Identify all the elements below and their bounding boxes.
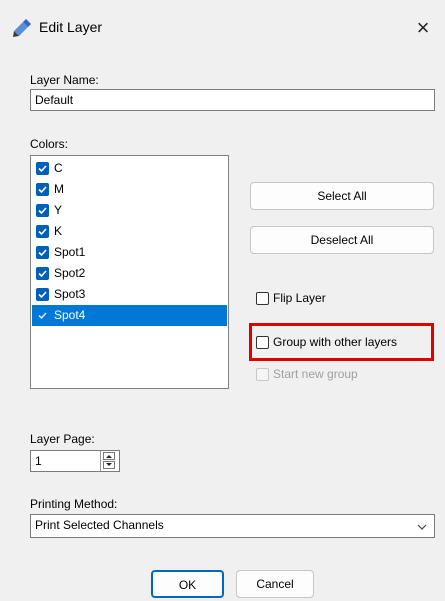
deselect-all-button[interactable]: Deselect All (250, 226, 434, 254)
color-item-k[interactable]: K (32, 221, 227, 242)
layer-page-label: Layer Page: (30, 432, 95, 446)
color-item-spot2[interactable]: Spot2 (32, 263, 227, 284)
color-item-spot4[interactable]: Spot4 (32, 305, 227, 326)
checkbox-checked-icon[interactable] (36, 309, 49, 322)
spin-up-icon[interactable] (103, 452, 115, 460)
cancel-button[interactable]: Cancel (236, 570, 314, 598)
color-item-c[interactable]: C (32, 158, 227, 179)
color-item-label: C (54, 161, 63, 175)
colors-list[interactable]: C M Y K Spot1 Spot2 Spot3 Spot4 (30, 155, 229, 389)
flip-layer-checkbox[interactable] (256, 292, 269, 305)
color-item-label: M (54, 182, 64, 196)
layer-name-label: Layer Name: (30, 73, 99, 87)
checkbox-checked-icon[interactable] (36, 204, 49, 217)
chevron-down-icon (417, 524, 427, 530)
color-item-label: Spot1 (54, 245, 86, 259)
layer-name-value: Default (35, 93, 74, 107)
checkbox-checked-icon[interactable] (36, 267, 49, 280)
checkbox-checked-icon[interactable] (36, 162, 49, 175)
color-item-label: Y (54, 203, 63, 217)
edit-pencil-icon (13, 19, 31, 37)
highlight-box (249, 323, 434, 361)
color-item-label: Spot2 (54, 266, 86, 280)
color-item-label: Spot4 (54, 308, 86, 322)
close-button[interactable]: × (409, 14, 437, 42)
color-item-label: Spot3 (54, 287, 86, 301)
printing-method-select[interactable]: Print Selected Channels (30, 514, 435, 538)
colors-label: Colors: (30, 137, 69, 151)
printing-method-value: Print Selected Channels (35, 518, 164, 532)
color-item-m[interactable]: M (32, 179, 227, 200)
checkbox-checked-icon[interactable] (36, 183, 49, 196)
checkbox-checked-icon[interactable] (36, 288, 49, 301)
ok-button[interactable]: OK (151, 570, 224, 598)
start-new-group-label: Start new group (273, 367, 358, 381)
color-item-y[interactable]: Y (32, 200, 227, 221)
color-item-spot3[interactable]: Spot3 (32, 284, 227, 305)
title-bar: Edit Layer × (0, 0, 445, 56)
flip-layer-label: Flip Layer (273, 291, 326, 305)
layer-name-input[interactable]: Default (30, 89, 435, 111)
color-item-label: K (54, 224, 63, 238)
start-new-group-checkbox (256, 368, 269, 381)
window-title: Edit Layer (39, 19, 103, 35)
layer-page-value: 1 (35, 454, 42, 468)
select-all-button[interactable]: Select All (250, 182, 434, 210)
color-item-spot1[interactable]: Spot1 (32, 242, 227, 263)
printing-method-label: Printing Method: (30, 497, 118, 511)
checkbox-checked-icon[interactable] (36, 225, 49, 238)
checkbox-checked-icon[interactable] (36, 246, 49, 259)
spin-down-icon[interactable] (103, 461, 115, 469)
layer-page-spinner[interactable] (100, 451, 118, 471)
